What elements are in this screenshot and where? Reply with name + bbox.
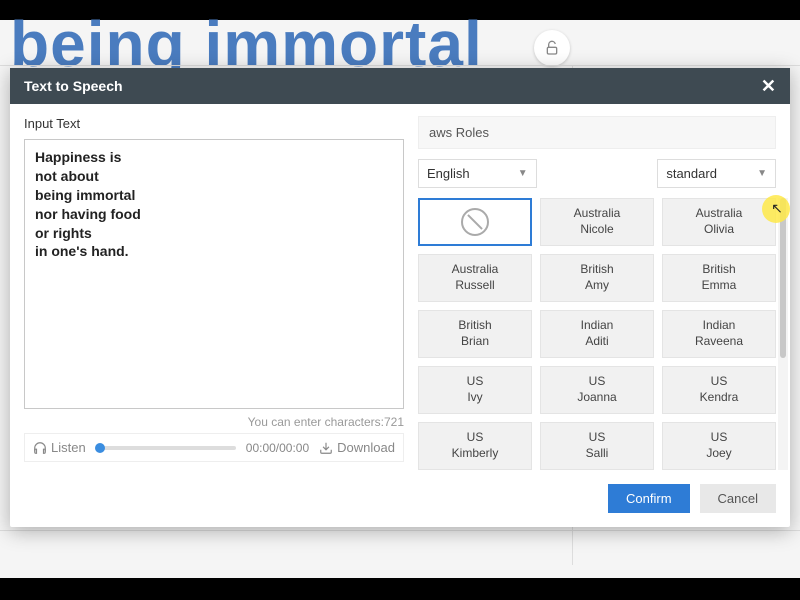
voice-tile-joanna[interactable]: USJoanna: [540, 366, 654, 414]
slider-thumb[interactable]: [95, 443, 105, 453]
lock-icon[interactable]: [534, 30, 570, 66]
voice-tile-salli[interactable]: USSalli: [540, 422, 654, 470]
voice-tile-brian[interactable]: BritishBrian: [418, 310, 532, 358]
chevron-down-icon: ▼: [757, 168, 767, 179]
cancel-button[interactable]: Cancel: [700, 484, 776, 513]
voice-tile-nicole[interactable]: AustraliaNicole: [540, 198, 654, 246]
voice-tile-kendra[interactable]: USKendra: [662, 366, 776, 414]
time-display: 00:00/00:00: [246, 441, 309, 455]
roles-input[interactable]: [418, 116, 776, 149]
voice-tile-amy[interactable]: BritishAmy: [540, 254, 654, 302]
input-text-label: Input Text: [24, 116, 404, 131]
voice-tile-ivy[interactable]: USIvy: [418, 366, 532, 414]
download-icon: [319, 441, 333, 455]
cursor-icon: ↖: [771, 200, 783, 217]
text-input-area[interactable]: Happiness is not about being immortal no…: [24, 139, 404, 409]
listen-button[interactable]: Listen: [33, 440, 86, 455]
chevron-down-icon: ▼: [518, 168, 528, 179]
modal-title: Text to Speech: [24, 78, 123, 94]
confirm-button[interactable]: Confirm: [608, 484, 690, 513]
divider: [0, 65, 800, 66]
audio-slider[interactable]: [96, 446, 236, 450]
audio-controls: Listen 00:00/00:00 Download: [24, 433, 404, 462]
voice-tile-none[interactable]: [418, 198, 532, 246]
modal-footer: Confirm Cancel: [10, 474, 790, 527]
voice-tile-russell[interactable]: AustraliaRussell: [418, 254, 532, 302]
window-bottom-bar: [0, 578, 800, 600]
voice-tile-raveena[interactable]: IndianRaveena: [662, 310, 776, 358]
voice-tile-kimberly[interactable]: USKimberly: [418, 422, 532, 470]
voice-tile-aditi[interactable]: IndianAditi: [540, 310, 654, 358]
character-counter: You can enter characters:721: [24, 415, 404, 429]
quality-select[interactable]: standard ▼: [657, 159, 776, 188]
voice-tile-emma[interactable]: BritishEmma: [662, 254, 776, 302]
language-select[interactable]: English ▼: [418, 159, 537, 188]
voice-tile-olivia[interactable]: AustraliaOlivia: [662, 198, 776, 246]
tts-modal: Text to Speech ✕ Input Text Happiness is…: [10, 68, 790, 527]
background-heading: being immortal: [0, 20, 800, 68]
voice-tile-joey[interactable]: USJoey: [662, 422, 776, 470]
modal-header: Text to Speech ✕: [10, 68, 790, 104]
headphones-icon: [33, 441, 47, 455]
close-icon[interactable]: ✕: [761, 79, 776, 93]
divider: [0, 530, 800, 531]
cursor-highlight: ↖: [762, 195, 790, 223]
prohibited-icon: [461, 208, 489, 236]
voice-grid: AustraliaNicoleAustraliaOlivia AustraliaR…: [418, 198, 776, 470]
download-button[interactable]: Download: [319, 440, 395, 455]
